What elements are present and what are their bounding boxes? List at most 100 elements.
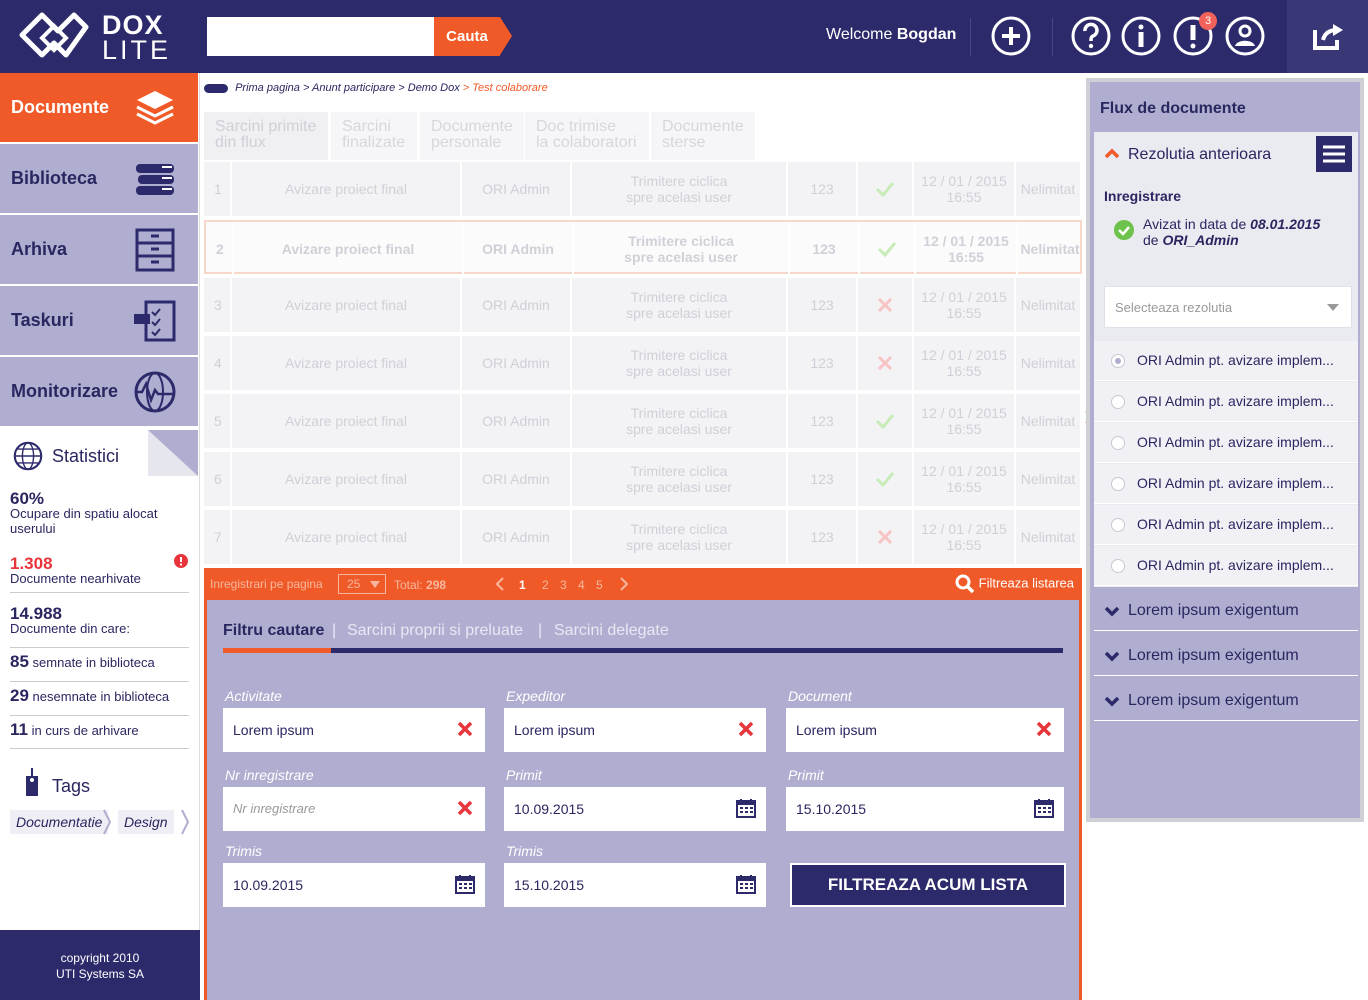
breadcrumb-item[interactable]: Prima pagina bbox=[235, 82, 300, 94]
filter-list-link[interactable]: Filtreaza listarea bbox=[955, 574, 1074, 594]
menu-button[interactable] bbox=[1316, 136, 1352, 172]
nr-inregistrare-field[interactable]: Nr inregistrare bbox=[223, 787, 485, 831]
tab-documente-sterse[interactable]: Documente sterse bbox=[651, 112, 755, 160]
breadcrumb-item[interactable]: Demo Dox bbox=[408, 82, 460, 94]
filter-tab-separator: | bbox=[332, 622, 337, 639]
primit-to-field[interactable]: 15.10.2015 bbox=[786, 787, 1064, 831]
table-row[interactable]: 3 Avizare proiect final ORI Admin Trimitere… bbox=[204, 278, 1082, 332]
prev-page-icon[interactable] bbox=[496, 577, 504, 591]
resolution-option[interactable]: ORI Admin pt. avizare implem... bbox=[1094, 423, 1358, 463]
calendar-icon[interactable] bbox=[455, 874, 475, 894]
document-field[interactable]: Lorem ipsum bbox=[786, 708, 1064, 752]
welcome-user: Bogdan bbox=[896, 26, 957, 43]
cell-user: ORI Admin bbox=[462, 278, 572, 332]
cell-time: 16:55 bbox=[946, 537, 982, 553]
info-icon[interactable] bbox=[1120, 15, 1162, 57]
resolution-select[interactable]: Selecteaza rezolutia bbox=[1104, 286, 1352, 328]
stat-documents: 14.988 Documente din care: bbox=[10, 605, 190, 636]
stat-space: 60% Ocupare din spatiu alocat userului bbox=[10, 490, 190, 536]
collapsed-section[interactable]: Lorem ipsum exigentum bbox=[1094, 679, 1358, 721]
clear-icon[interactable] bbox=[457, 719, 473, 739]
cell-type: Trimitere ciclica spre acelasi user bbox=[572, 452, 788, 506]
app-logo[interactable]: DOX LITE bbox=[18, 10, 178, 64]
cell-term: Nelimitat bbox=[1016, 278, 1082, 332]
table-row[interactable]: 7 Avizare proiect final ORI Admin Trimitere… bbox=[204, 510, 1082, 564]
calendar-icon[interactable] bbox=[736, 798, 756, 818]
page-link[interactable]: 5 bbox=[596, 578, 603, 592]
clear-icon[interactable] bbox=[1036, 719, 1052, 739]
breadcrumb-home-icon[interactable] bbox=[204, 83, 228, 93]
collapsed-section[interactable]: Lorem ipsum exigentum bbox=[1094, 589, 1358, 631]
sidebar-item-documente[interactable]: Documente bbox=[0, 73, 198, 143]
per-page-label: Inregistrari pe pagina bbox=[210, 577, 323, 591]
resolution-option[interactable]: ORI Admin pt. avizare implem... bbox=[1094, 505, 1358, 545]
breadcrumb-item[interactable]: Anunt participare bbox=[312, 82, 395, 94]
next-page-icon[interactable] bbox=[620, 577, 628, 591]
collapsed-section-title: Lorem ipsum exigentum bbox=[1128, 692, 1299, 709]
table-row[interactable]: 2 Avizare proiect final ORI Admin Trimitere… bbox=[204, 220, 1084, 276]
tab-sarcini-primite[interactable]: Sarcini primite din flux bbox=[204, 112, 328, 160]
tab-label: personale bbox=[431, 134, 502, 151]
per-page-select[interactable]: 25 bbox=[338, 574, 386, 594]
table-row[interactable]: 1 Avizare proiect final ORI Admin Trimitere… bbox=[204, 162, 1082, 216]
radio-icon bbox=[1111, 436, 1125, 450]
sidebar-item-monitorizare[interactable]: Monitorizare bbox=[0, 357, 198, 427]
sidebar-item-biblioteca[interactable]: Biblioteca bbox=[0, 144, 198, 214]
tag-design[interactable]: Design bbox=[118, 810, 174, 834]
search-input[interactable] bbox=[207, 17, 434, 56]
page-link[interactable]: 2 bbox=[542, 578, 549, 592]
cell-type: Trimitere ciclica spre acelasi user bbox=[572, 278, 788, 332]
cell-code: 123 bbox=[788, 510, 858, 564]
collapsed-section[interactable]: Lorem ipsum exigentum bbox=[1094, 634, 1358, 676]
tag-documentatie[interactable]: Documentatie bbox=[10, 810, 109, 834]
status-ok-icon bbox=[858, 394, 914, 448]
table-row[interactable]: 4 Avizare proiect final ORI Admin Trimitere… bbox=[204, 336, 1082, 390]
table-row[interactable]: 6 Avizare proiect final ORI Admin Trimitere… bbox=[204, 452, 1082, 506]
resolution-option[interactable]: ORI Admin pt. avizare implem... bbox=[1094, 464, 1358, 504]
filter-tab-own[interactable]: Sarcini proprii si preluate bbox=[347, 622, 523, 640]
filter-tab-active[interactable]: Filtru cautare bbox=[223, 622, 324, 640]
filter-tab-separator: | bbox=[538, 622, 543, 639]
trimis-from-field[interactable]: 10.09.2015 bbox=[223, 863, 485, 907]
help-icon[interactable] bbox=[1070, 15, 1112, 57]
logout-button[interactable] bbox=[1287, 0, 1368, 73]
expeditor-field[interactable]: Lorem ipsum bbox=[504, 708, 766, 752]
tab-label: finalizate bbox=[342, 134, 406, 151]
user-profile-icon[interactable] bbox=[1224, 15, 1266, 57]
trimis-to-field[interactable]: 15.10.2015 bbox=[504, 863, 766, 907]
sidebar-item-arhiva[interactable]: Arhiva bbox=[0, 215, 198, 285]
calendar-icon[interactable] bbox=[736, 874, 756, 894]
clear-icon[interactable] bbox=[457, 798, 473, 818]
activitate-field[interactable]: Lorem ipsum bbox=[223, 708, 485, 752]
filter-tab-delegated[interactable]: Sarcini delegate bbox=[554, 622, 669, 640]
clear-icon[interactable] bbox=[738, 719, 754, 739]
resolution-option[interactable]: ORI Admin pt. avizare implem... bbox=[1094, 341, 1358, 381]
tab-doc-trimise[interactable]: Doc trimise la colaboratori bbox=[525, 112, 649, 160]
stat-space-label: Ocupare din spatiu alocat userului bbox=[10, 506, 158, 536]
stat-divider bbox=[10, 647, 189, 648]
search-button[interactable]: Cauta bbox=[434, 17, 500, 56]
primit-from-field[interactable]: 10.09.2015 bbox=[504, 787, 766, 831]
filter-submit-button[interactable]: FILTREAZA ACUM LISTA bbox=[790, 863, 1066, 907]
radio-icon bbox=[1111, 559, 1125, 573]
status-ok-icon bbox=[858, 452, 914, 506]
cell-type-line2: spre acelasi user bbox=[626, 421, 732, 437]
cell-title: Avizare proiect final bbox=[234, 222, 464, 276]
sidebar-item-taskuri[interactable]: Taskuri bbox=[0, 286, 198, 356]
resolution-option[interactable]: ORI Admin pt. avizare implem... bbox=[1094, 546, 1358, 586]
page-link[interactable]: 3 bbox=[560, 578, 567, 592]
resolution-option[interactable]: ORI Admin pt. avizare implem... bbox=[1094, 382, 1358, 422]
calendar-icon[interactable] bbox=[1034, 798, 1054, 818]
table-row[interactable]: 5 Avizare proiect final ORI Admin Trimitere… bbox=[204, 394, 1082, 448]
add-icon[interactable] bbox=[990, 15, 1032, 57]
section-header[interactable]: Rezolutia anterioara bbox=[1094, 132, 1358, 176]
page-link[interactable]: 4 bbox=[578, 578, 585, 592]
cell-code: 123 bbox=[788, 278, 858, 332]
cell-user: ORI Admin bbox=[462, 394, 572, 448]
tab-label: Doc trimise bbox=[536, 118, 617, 135]
tab-sarcini-finalizate[interactable]: Sarcini finalizate bbox=[331, 112, 417, 160]
tab-documente-personale[interactable]: Documente personale bbox=[420, 112, 524, 160]
page-link-active[interactable]: 1 bbox=[519, 578, 526, 592]
cabinet-icon bbox=[135, 228, 175, 272]
cell-user: ORI Admin bbox=[462, 336, 572, 390]
